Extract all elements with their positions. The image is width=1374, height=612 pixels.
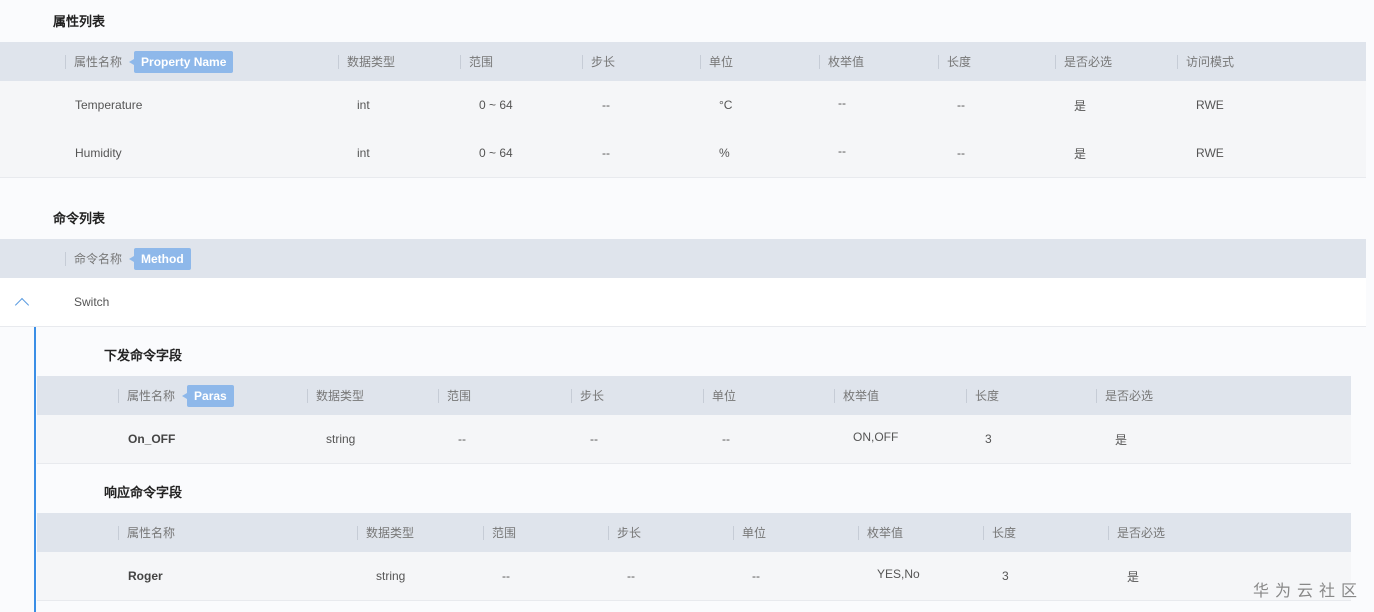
- cell-property-name: Temperature: [75, 98, 143, 112]
- header-unit: 单位: [732, 513, 766, 552]
- property-table-header: 属性名称 Property Name 数据类型 范围 步长 单位 枚举值 长度 …: [0, 42, 1366, 81]
- table-row[interactable]: Temperature int 0 ~ 64 -- °C -- -- 是 RWE: [0, 81, 1366, 130]
- header-length: 长度: [937, 42, 971, 81]
- cell-unit: --: [722, 432, 730, 446]
- header-enum: 枚举值: [833, 376, 879, 415]
- header-length: 长度: [965, 376, 999, 415]
- header-range: 范围: [437, 376, 471, 415]
- command-name: Switch: [74, 295, 110, 309]
- header-access-mode: 访问模式: [1176, 42, 1234, 81]
- send-fields-title: 下发命令字段: [104, 348, 183, 363]
- cell-unit: %: [719, 146, 730, 160]
- header-step: 步长: [570, 376, 604, 415]
- send-fields-header: 属性名称 Paras 数据类型 范围 步长 单位 枚举值 长度 是否必选: [37, 376, 1351, 415]
- cell-step: --: [590, 432, 598, 446]
- cell-length: 3: [1002, 569, 1009, 583]
- cell-property-name: On_OFF: [128, 432, 176, 446]
- expanded-indicator-line: [34, 327, 36, 612]
- header-property-name: 属性名称: [117, 513, 175, 552]
- cell-length: --: [957, 98, 965, 112]
- cell-access-mode: RWE: [1196, 146, 1224, 160]
- header-required: 是否必选: [1095, 376, 1153, 415]
- header-data-type: 数据类型: [306, 376, 364, 415]
- property-name-header: 属性名称 Property Name: [64, 42, 234, 81]
- cell-step: --: [627, 569, 635, 583]
- cell-data-type: string: [376, 569, 406, 583]
- cell-length: 3: [985, 432, 992, 446]
- header-label: 属性名称: [74, 55, 123, 69]
- header-enum: 枚举值: [818, 42, 864, 81]
- command-list-title: 命令列表: [53, 211, 106, 226]
- header-data-type: 数据类型: [337, 42, 395, 81]
- property-list-title: 属性列表: [53, 14, 106, 29]
- header-label: 属性名称: [127, 389, 176, 403]
- cell-unit: °C: [719, 98, 733, 112]
- header-step: 步长: [607, 513, 641, 552]
- header-enum: 枚举值: [857, 513, 903, 552]
- header-step: 步长: [581, 42, 615, 81]
- header-unit: 单位: [702, 376, 736, 415]
- header-unit: 单位: [699, 42, 733, 81]
- header-label: 命令名称: [74, 252, 123, 266]
- command-name-header: 命令名称 Method: [65, 239, 191, 278]
- property-name-header: 属性名称 Paras: [118, 376, 234, 415]
- command-row[interactable]: Switch: [0, 278, 1366, 327]
- header-length: 长度: [982, 513, 1016, 552]
- watermark: 华为云社区: [1253, 583, 1364, 600]
- header-range: 范围: [482, 513, 516, 552]
- cell-step: --: [602, 98, 610, 112]
- table-row[interactable]: Roger string -- -- -- YES,No 3 是: [37, 552, 1351, 601]
- property-name-tag: Property Name: [128, 50, 234, 73]
- expand-toggle[interactable]: [14, 278, 30, 326]
- header-data-type: 数据类型: [356, 513, 414, 552]
- cell-required: 是: [1074, 98, 1087, 113]
- cell-property-name: Humidity: [75, 146, 122, 160]
- method-tag: Method: [129, 247, 191, 270]
- cell-range: 0 ~ 64: [479, 98, 513, 112]
- cell-step: --: [602, 146, 610, 160]
- response-fields-header: 属性名称 数据类型 范围 步长 单位 枚举值 长度 是否必选: [37, 513, 1351, 552]
- cell-data-type: int: [357, 146, 370, 160]
- cell-property-name: Roger: [128, 569, 163, 583]
- cell-enum: YES,No: [877, 567, 920, 581]
- header-range: 范围: [459, 42, 493, 81]
- cell-enum: --: [838, 144, 846, 158]
- header-required: 是否必选: [1107, 513, 1165, 552]
- cell-unit: --: [752, 569, 760, 583]
- cell-required: 是: [1115, 432, 1128, 447]
- paras-tag: Paras: [182, 384, 234, 407]
- cell-access-mode: RWE: [1196, 98, 1224, 112]
- cell-enum: ON,OFF: [853, 430, 899, 444]
- table-row[interactable]: Humidity int 0 ~ 64 -- % -- -- 是 RWE: [0, 129, 1366, 178]
- header-required: 是否必选: [1054, 42, 1112, 81]
- cell-range: 0 ~ 64: [479, 146, 513, 160]
- command-table-header: 命令名称 Method: [0, 239, 1366, 278]
- table-row[interactable]: On_OFF string -- -- -- ON,OFF 3 是: [37, 415, 1351, 464]
- cell-enum: --: [838, 96, 846, 110]
- cell-required: 是: [1074, 146, 1087, 161]
- cell-length: --: [957, 146, 965, 160]
- cell-range: --: [502, 569, 510, 583]
- chevron-up-icon[interactable]: [14, 297, 30, 313]
- cell-data-type: string: [326, 432, 356, 446]
- cell-range: --: [458, 432, 466, 446]
- cell-data-type: int: [357, 98, 370, 112]
- response-fields-title: 响应命令字段: [104, 485, 183, 500]
- cell-required: 是: [1127, 569, 1140, 584]
